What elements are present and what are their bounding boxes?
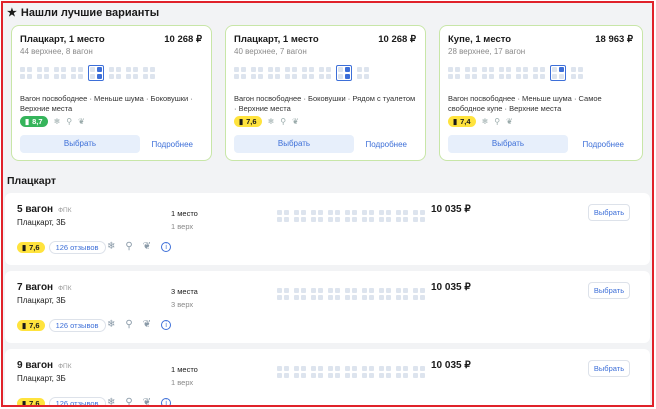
details-link[interactable]: Подробнее [366, 140, 408, 149]
wagon-scheme [20, 62, 203, 84]
paw-icon: ❦ [142, 397, 152, 407]
toilet-icon: ⚲ [66, 117, 73, 126]
best-option-card[interactable]: Плацкарт, 1 место 10 268 ₽ 40 верхнее, 7… [225, 25, 426, 161]
details-link[interactable]: Подробнее [583, 140, 625, 149]
rating-badge: ▮ 7,6 [17, 398, 45, 407]
snowflake-icon: ❄ [267, 117, 275, 126]
best-option-seat: 44 верхнее, 8 вагон [20, 47, 93, 56]
best-option-tags: Вагон посвободнее · Меньше шума · Бокову… [20, 94, 193, 113]
selected-seat[interactable] [550, 65, 566, 81]
wagon-row[interactable]: 5 вагон ФПК Плацкарт, 3Б 1 место 1 верх 1… [5, 193, 650, 265]
wagon-row[interactable]: 9 вагон ФПК Плацкарт, 3Б 1 место 1 верх 1… [5, 349, 650, 407]
paw-icon: ❦ [506, 117, 513, 126]
choose-button[interactable]: Выбрать [20, 135, 140, 153]
star-icon: ★ [7, 7, 17, 19]
section-title: Плацкарт [7, 175, 57, 187]
wagon-type: Плацкарт, 3Б [17, 218, 66, 227]
details-link[interactable]: Подробнее [152, 140, 194, 149]
best-option-seat: 40 верхнее, 7 вагон [234, 47, 307, 56]
choose-button[interactable]: Выбрать [588, 282, 630, 299]
selected-seat[interactable] [88, 65, 104, 81]
snowflake-icon: ❄ [53, 117, 61, 126]
best-option-card[interactable]: Купе, 1 место 18 963 ₽ 28 верхнее, 17 ва… [439, 25, 643, 161]
reviews-link[interactable]: 126 отзывов [48, 241, 106, 254]
selected-seat[interactable] [336, 65, 352, 81]
wagon-price: 10 035 ₽ [431, 360, 471, 371]
best-option-card[interactable]: Плацкарт, 1 место 10 268 ₽ 44 верхнее, 8… [11, 25, 212, 161]
carrier-label: ФПК [58, 285, 72, 292]
reviews-link[interactable]: 126 отзывов [48, 319, 106, 332]
toilet-icon: ⚲ [125, 319, 133, 330]
info-icon[interactable]: i [161, 397, 172, 405]
rating-badge: ▮ 7,6 [17, 320, 45, 331]
best-options-title: Нашли лучшие варианты [20, 6, 160, 19]
snowflake-icon: ❄ [107, 319, 116, 330]
toilet-icon: ⚲ [494, 117, 501, 126]
toilet-icon: ⚲ [280, 117, 287, 126]
choose-button[interactable]: Выбрать [588, 204, 630, 221]
wagon-type: Плацкарт, 3Б [17, 374, 66, 383]
info-icon[interactable]: i [161, 319, 172, 330]
info-icon[interactable]: i [161, 241, 172, 252]
train-icon: ▮ [22, 321, 27, 330]
best-option-tags: Вагон посвободнее · Меньше шума · Самое … [448, 94, 602, 113]
rating-badge: ▮ 7,4 [448, 116, 476, 127]
wagon-scheme[interactable] [277, 284, 425, 304]
wagon-scheme [234, 62, 417, 84]
best-option-price: 10 268 ₽ [164, 34, 202, 45]
wagon-scheme[interactable] [277, 362, 425, 382]
snowflake-icon: ❄ [107, 241, 116, 252]
train-icon: ▮ [22, 243, 27, 252]
choose-button[interactable]: Выбрать [448, 135, 568, 153]
paw-icon: ❦ [292, 117, 299, 126]
wagon-row[interactable]: 7 вагон ФПК Плацкарт, 3Б 3 места 3 верх 1… [5, 271, 650, 343]
train-icon: ▮ [453, 117, 458, 126]
rating-badge: ▮ 7,6 [234, 116, 262, 127]
wagon-seats: 1 место 1 верх [171, 209, 198, 231]
snowflake-icon: ❄ [481, 117, 489, 126]
paw-icon: ❦ [142, 241, 152, 252]
screenshot-frame: ★ Нашли лучшие варианты Плацкарт, 1 мест… [1, 1, 654, 407]
carrier-label: ФПК [58, 363, 72, 370]
wagon-seats: 1 место 1 верх [171, 365, 198, 387]
best-option-price: 10 268 ₽ [378, 34, 416, 45]
train-icon: ▮ [25, 117, 30, 126]
paw-icon: ❦ [78, 117, 85, 126]
wagon-scheme[interactable] [277, 206, 425, 226]
wagon-price: 10 035 ₽ [431, 204, 471, 215]
rating-badge: ▮ 7,6 [17, 242, 45, 253]
wagon-number: 5 вагон ФПК [17, 204, 72, 215]
train-icon: ▮ [239, 117, 244, 126]
paw-icon: ❦ [142, 319, 152, 330]
snowflake-icon: ❄ [107, 397, 116, 407]
toilet-icon: ⚲ [125, 397, 133, 407]
wagon-seats: 3 места 3 верх [171, 287, 198, 309]
best-options-heading: ★ Нашли лучшие варианты [7, 6, 160, 20]
reviews-link[interactable]: 126 отзывов [48, 397, 106, 405]
wagon-scheme [448, 62, 634, 84]
choose-button[interactable]: Выбрать [588, 360, 630, 377]
choose-button[interactable]: Выбрать [234, 135, 354, 153]
train-icon: ▮ [22, 399, 27, 407]
wagon-price: 10 035 ₽ [431, 282, 471, 293]
wagon-number: 7 вагон ФПК [17, 282, 72, 293]
best-option-price: 18 963 ₽ [595, 34, 633, 45]
best-option-seat: 28 верхнее, 17 вагон [448, 47, 526, 56]
wagon-type: Плацкарт, 3Б [17, 296, 66, 305]
carrier-label: ФПК [58, 207, 72, 214]
rating-badge: ▮ 8,7 [20, 116, 48, 127]
toilet-icon: ⚲ [125, 241, 133, 252]
best-option-tags: Вагон посвободнее · Боковушки · Рядом с … [234, 94, 416, 113]
wagon-number: 9 вагон ФПК [17, 360, 72, 371]
